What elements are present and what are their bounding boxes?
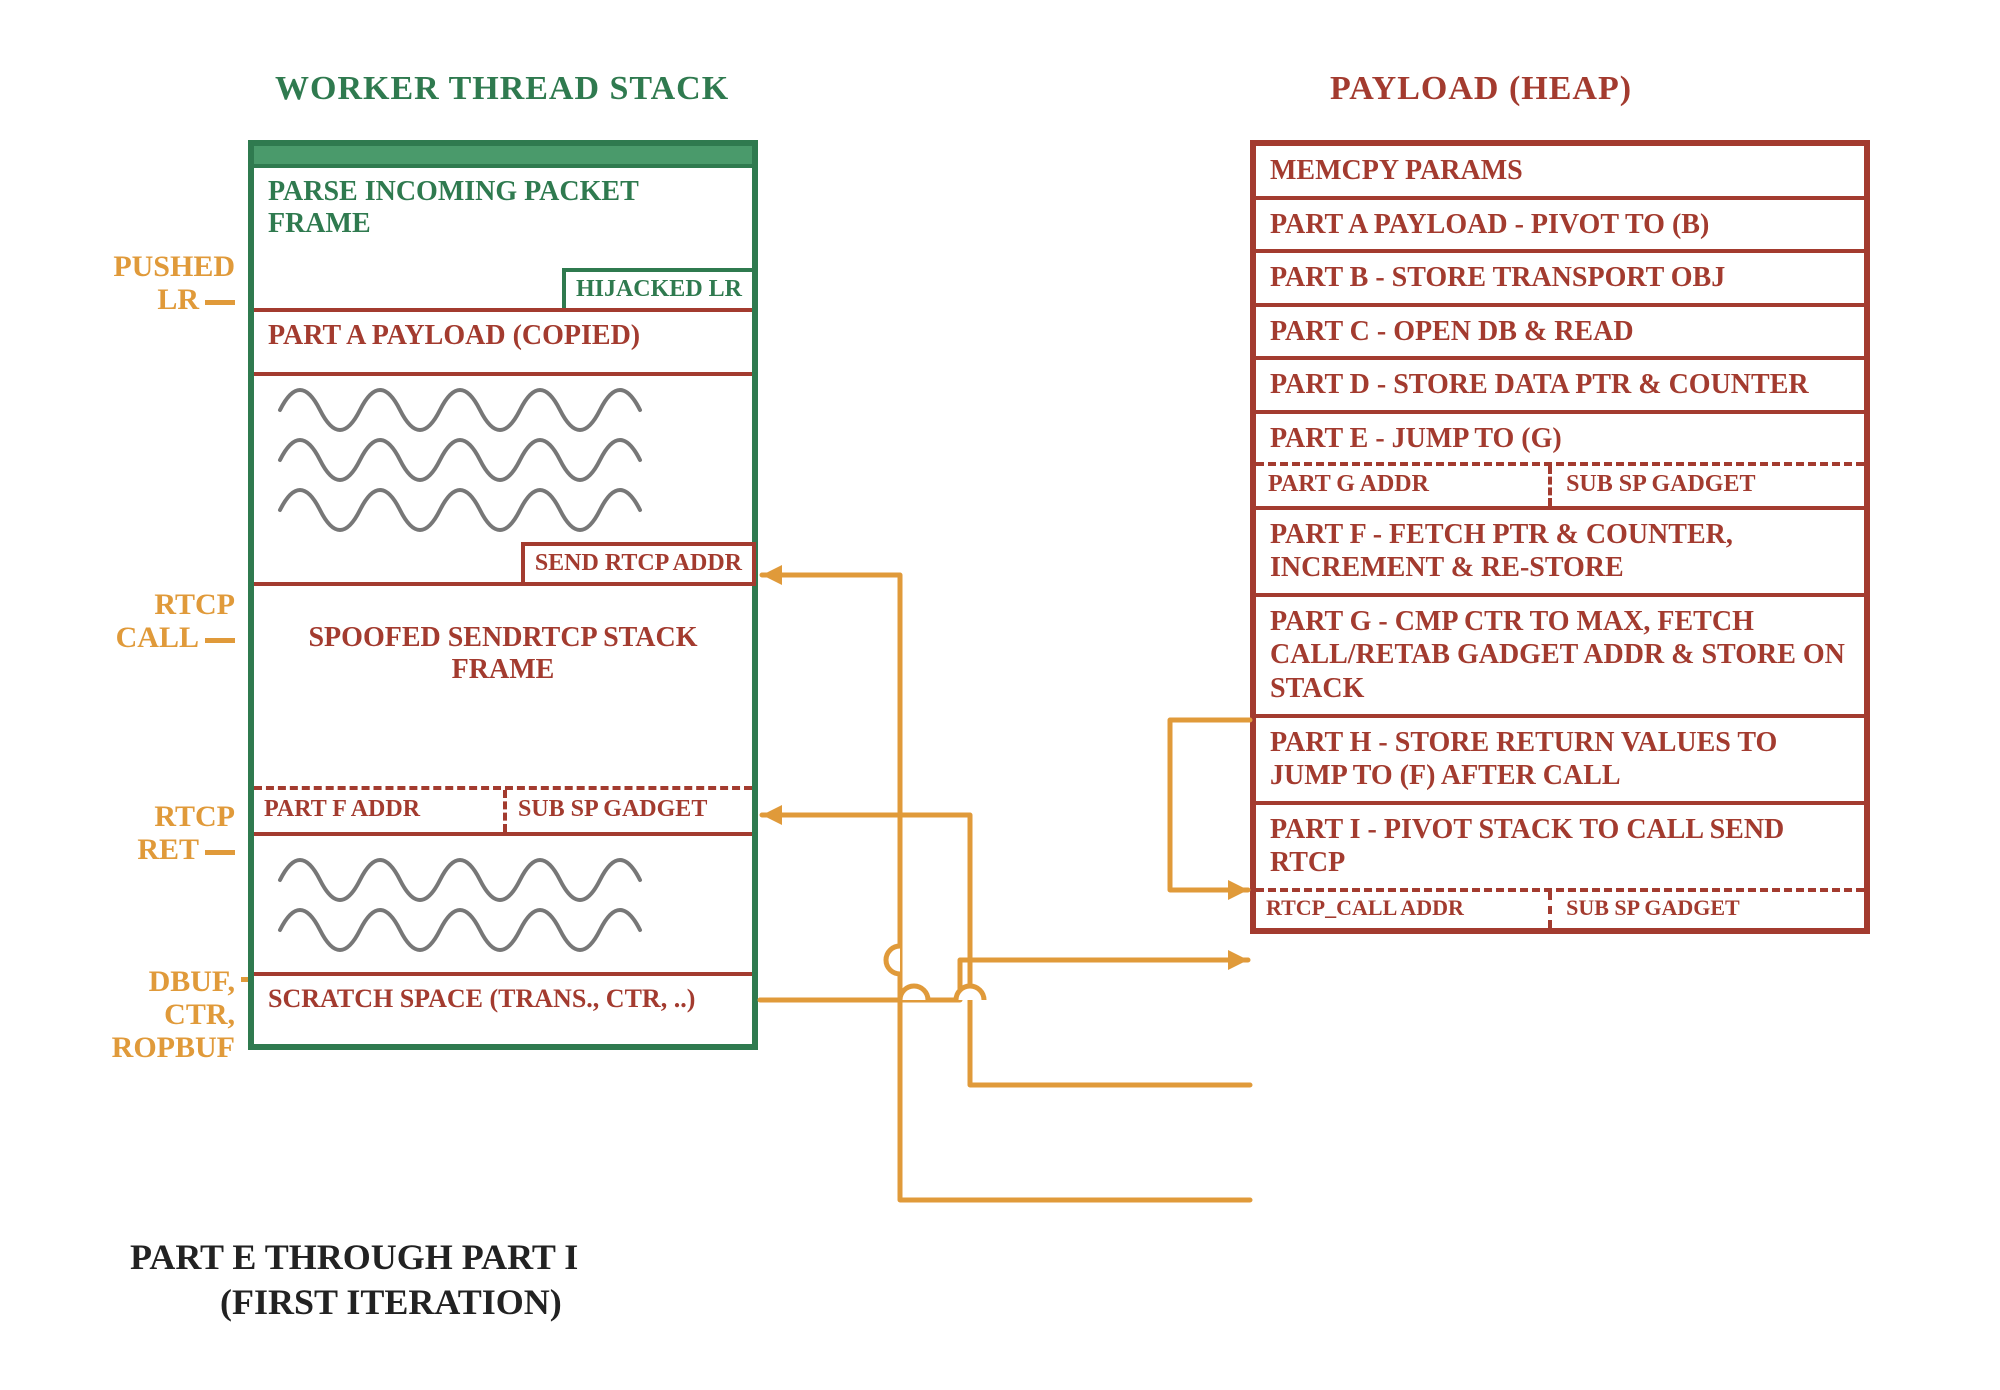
label-rtcp-call: RTCP CALL xyxy=(105,588,235,654)
heap-r5-text: PART E - JUMP TO (G) xyxy=(1270,423,1562,454)
caption-line-2: (FIRST ITERATION) xyxy=(130,1280,578,1325)
stack-title: WORKER THREAD STACK xyxy=(275,70,729,108)
row-subsp-text: SUB SP GADGET xyxy=(518,796,707,824)
row-scribble-1: SEND RTCP ADDR xyxy=(254,376,752,586)
diagram-canvas: WORKER THREAD STACK PAYLOAD (HEAP) PUSHE… xyxy=(0,0,2000,1390)
divider-dashed xyxy=(1548,466,1552,506)
row-parse-frame: PARSE INCOMING PACKET FRAME HIJACKED LR xyxy=(254,168,752,308)
caption-line-1: PART E THROUGH PART I xyxy=(130,1235,578,1280)
stack-topbar xyxy=(254,146,752,168)
label-dbuf-text: DBUF, CTR, ROPBUF xyxy=(112,965,235,1064)
tick-icon xyxy=(205,850,235,855)
caption: PART E THROUGH PART I (FIRST ITERATION) xyxy=(130,1235,578,1325)
inset-hijacked-lr: HIJACKED LR xyxy=(562,268,756,312)
row-spoofed-frame-text: SPOOFED SENDRTCP STACK FRAME xyxy=(308,622,697,685)
row-partf-addr-text: PART F ADDR xyxy=(264,796,420,822)
stack-container: PARSE INCOMING PACKET FRAME HIJACKED LR … xyxy=(248,140,758,1050)
heap-r1: PART A PAYLOAD - PIVOT TO (B) xyxy=(1256,200,1864,254)
heap-container: MEMCPY PARAMS PART A PAYLOAD - PIVOT TO … xyxy=(1250,140,1870,934)
heap-r2: PART B - STORE TRANSPORT OBJ xyxy=(1256,253,1864,307)
heap-r9b-text: SUB SP GADGET xyxy=(1566,895,1740,921)
heap-r9-text: PART I - PIVOT STACK TO CALL SEND RTCP xyxy=(1270,814,1784,879)
label-pushed-lr: PUSHED LR xyxy=(65,250,235,316)
heap-r3: PART C - OPEN DB & READ xyxy=(1256,307,1864,361)
heap-r0: MEMCPY PARAMS xyxy=(1256,146,1864,200)
heap-r5: PART E - JUMP TO (G) PART G ADDR SUB SP … xyxy=(1256,414,1864,510)
heap-r6: PART F - FETCH PTR & COUNTER, INCREMENT … xyxy=(1256,510,1864,597)
row-spoofed-frame: SPOOFED SENDRTCP STACK FRAME xyxy=(254,586,752,786)
row-scratch: SCRATCH SPACE (TRANS., CTR, ..) xyxy=(254,976,752,1038)
row-scribble-2 xyxy=(254,836,752,976)
heap-r9: PART I - PIVOT STACK TO CALL SEND RTCP R… xyxy=(1256,805,1864,928)
tick-icon xyxy=(205,638,235,643)
divider-dashed xyxy=(1548,892,1552,928)
divider-dashed xyxy=(503,790,507,832)
heap-r9a-text: RTCP_CALL ADDR xyxy=(1266,895,1464,920)
label-rtcp-ret-text: RTCP RET xyxy=(137,800,235,866)
heap-r7: PART G - CMP CTR TO MAX, FETCH CALL/RETA… xyxy=(1256,597,1864,718)
heap-r5b-text: SUB SP GADGET xyxy=(1566,470,1755,499)
heap-title: PAYLOAD (HEAP) xyxy=(1330,70,1632,108)
label-dbuf: DBUF, CTR, ROPBUF xyxy=(75,965,235,1064)
label-rtcp-call-text: RTCP CALL xyxy=(116,588,235,654)
tick-icon xyxy=(205,300,235,305)
row-parse-frame-text: PARSE INCOMING PACKET FRAME xyxy=(268,176,638,239)
heap-r8: PART H - STORE RETURN VALUES TO JUMP TO … xyxy=(1256,718,1864,805)
heap-r4: PART D - STORE DATA PTR & COUNTER xyxy=(1256,360,1864,414)
label-pushed-lr-text: PUSHED LR xyxy=(113,250,235,316)
row-partf-gadget: PART F ADDR SUB SP GADGET xyxy=(254,786,752,836)
inset-send-rtcp-addr: SEND RTCP ADDR xyxy=(521,542,756,586)
row-part-a-copied: PART A PAYLOAD (COPIED) xyxy=(254,308,752,376)
heap-r5a-text: PART G ADDR xyxy=(1268,471,1429,497)
label-rtcp-ret: RTCP RET xyxy=(105,800,235,866)
